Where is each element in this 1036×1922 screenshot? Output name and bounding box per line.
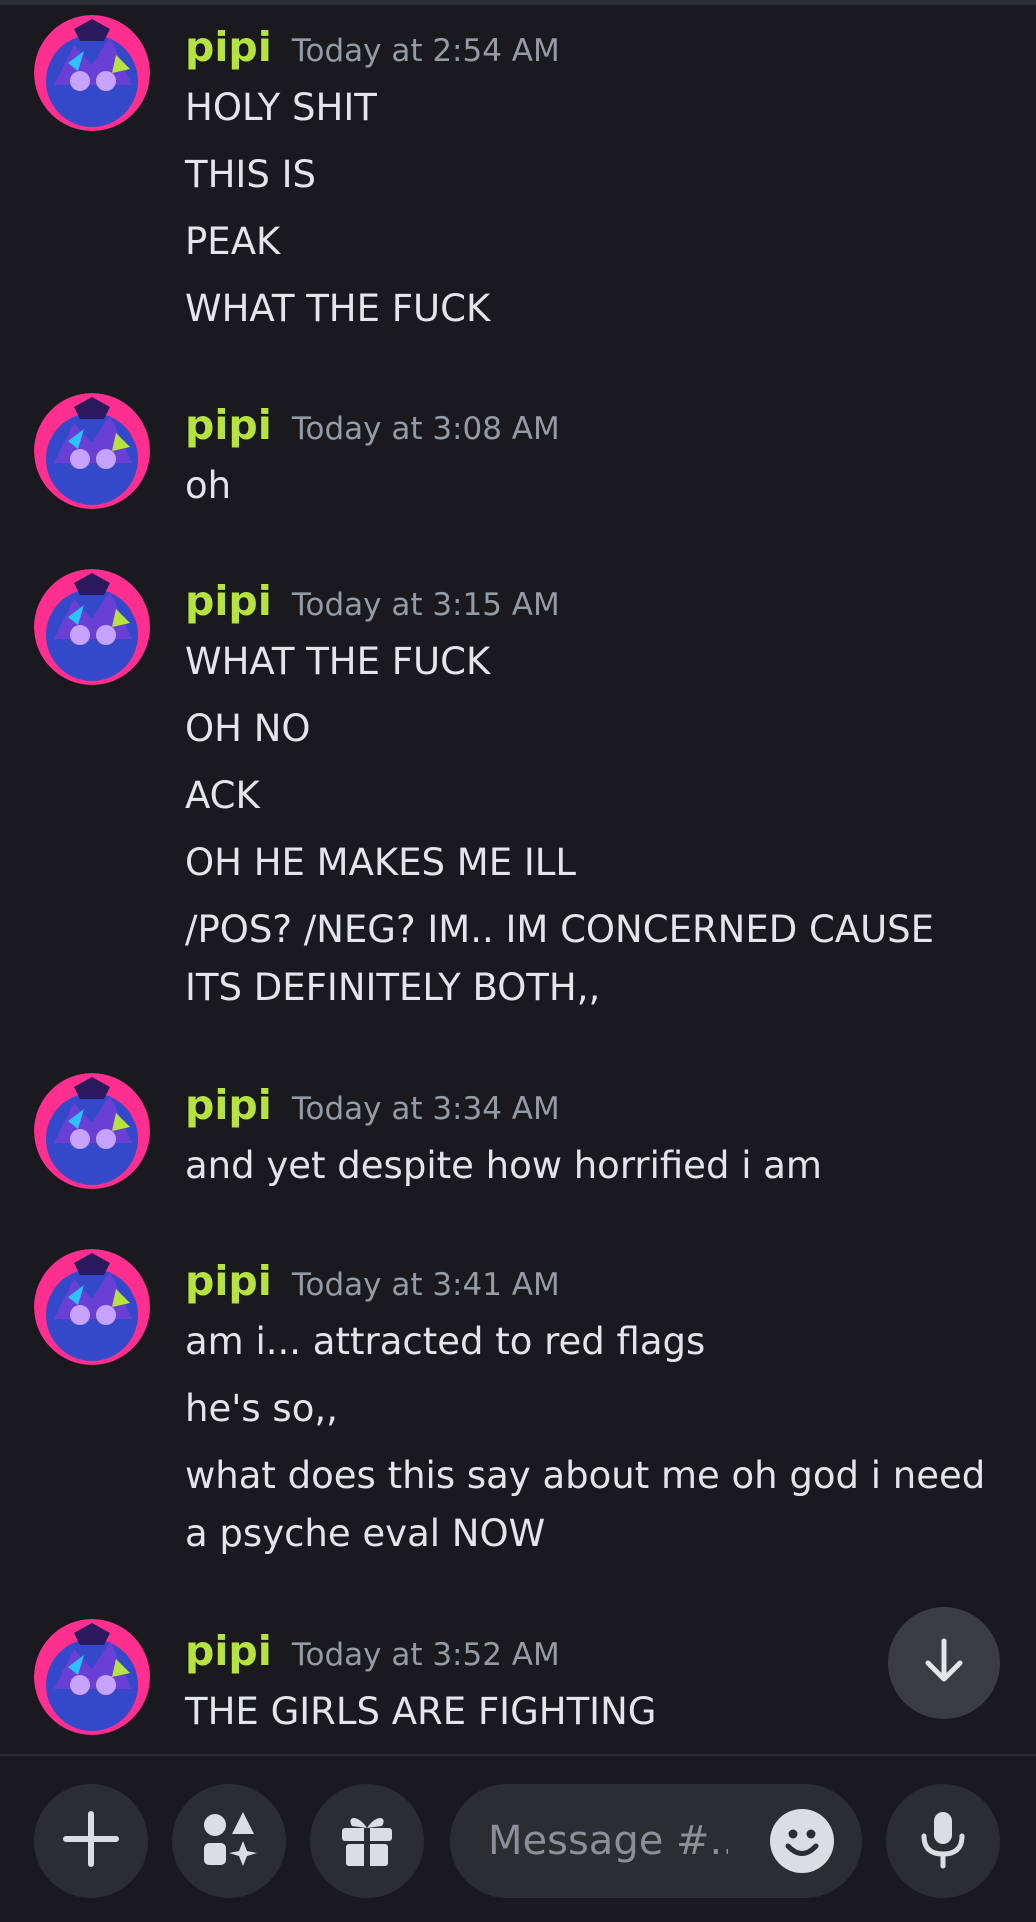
message-content: and yet despite how horrified i am — [185, 1137, 996, 1204]
message-input-container — [450, 1784, 862, 1898]
timestamp: Today at 3:15 AM — [291, 587, 560, 623]
message-content: oh — [185, 457, 996, 524]
timestamp: Today at 3:08 AM — [291, 411, 560, 447]
message-line[interactable]: WHAT THE FUCK — [185, 633, 996, 691]
message-line[interactable]: PEAK — [185, 213, 996, 271]
apps-button[interactable] — [172, 1784, 286, 1898]
message-input[interactable] — [488, 1784, 728, 1898]
avatar[interactable] — [34, 1619, 150, 1735]
message-line[interactable]: HOLY SHIT — [185, 79, 996, 137]
message-line[interactable]: am i... attracted to red flags — [185, 1313, 996, 1371]
message-header: pipi Today at 3:52 AM — [185, 1627, 560, 1677]
gift-button[interactable] — [310, 1784, 424, 1898]
avatar[interactable] — [34, 569, 150, 685]
microphone-icon — [912, 1808, 974, 1874]
message-content: am i... attracted to red flags he's so,,… — [185, 1313, 996, 1572]
username[interactable]: pipi — [185, 1257, 272, 1305]
message-content: HOLY SHIT THIS IS PEAK WHAT THE FUCK — [185, 79, 996, 347]
plus-icon — [60, 1808, 122, 1874]
timestamp: Today at 3:34 AM — [291, 1091, 560, 1127]
avatar[interactable] — [34, 1073, 150, 1189]
username[interactable]: pipi — [185, 577, 272, 625]
scroll-to-bottom-button[interactable] — [888, 1607, 1000, 1719]
message-line[interactable]: THE GIRLS ARE FIGHTING — [185, 1683, 996, 1741]
message-list[interactable]: pipi Today at 2:54 AM HOLY SHIT THIS IS P… — [0, 5, 1036, 1754]
message-header: pipi Today at 3:08 AM — [185, 401, 560, 451]
timestamp: Today at 3:52 AM — [291, 1637, 560, 1673]
message-line[interactable]: THIS IS — [185, 146, 996, 204]
message-header: pipi Today at 3:15 AM — [185, 577, 560, 627]
gift-icon — [336, 1808, 398, 1874]
username[interactable]: pipi — [185, 1081, 272, 1129]
message-header: pipi Today at 3:41 AM — [185, 1257, 560, 1307]
message-line[interactable]: WHAT THE FUCK — [185, 280, 996, 338]
apps-sparkle-icon — [198, 1808, 260, 1874]
username[interactable]: pipi — [185, 23, 272, 71]
timestamp: Today at 2:54 AM — [291, 33, 560, 69]
username[interactable]: pipi — [185, 1627, 272, 1675]
message-line[interactable]: he's so,, — [185, 1380, 996, 1438]
message-line[interactable]: and yet despite how horrified i am — [185, 1137, 996, 1195]
message-content: WHAT THE FUCK OH NO ACK OH HE MAKES ME I… — [185, 633, 996, 1026]
message-header: pipi Today at 3:34 AM — [185, 1081, 560, 1131]
avatar[interactable] — [34, 15, 150, 131]
avatar[interactable] — [34, 393, 150, 509]
arrow-down-icon — [918, 1635, 970, 1691]
emoji-icon — [770, 1829, 834, 1877]
message-line[interactable]: /POS? /NEG? IM.. IM CONCERNED CAUSE ITS … — [185, 901, 996, 1017]
voice-message-button[interactable] — [886, 1784, 1000, 1898]
timestamp: Today at 3:41 AM — [291, 1267, 560, 1303]
message-line[interactable]: oh — [185, 457, 996, 515]
message-header: pipi Today at 2:54 AM — [185, 23, 560, 73]
avatar[interactable] — [34, 1249, 150, 1365]
username[interactable]: pipi — [185, 401, 272, 449]
message-line[interactable]: OH NO — [185, 700, 996, 758]
message-line[interactable]: ACK — [185, 767, 996, 825]
message-line[interactable]: what does this say about me oh god i nee… — [185, 1447, 996, 1563]
composer-bar — [0, 1754, 1036, 1922]
emoji-button[interactable] — [770, 1809, 834, 1873]
add-attachment-button[interactable] — [34, 1784, 148, 1898]
message-content: THE GIRLS ARE FIGHTING — [185, 1683, 996, 1750]
message-line[interactable]: OH HE MAKES ME ILL — [185, 834, 996, 892]
